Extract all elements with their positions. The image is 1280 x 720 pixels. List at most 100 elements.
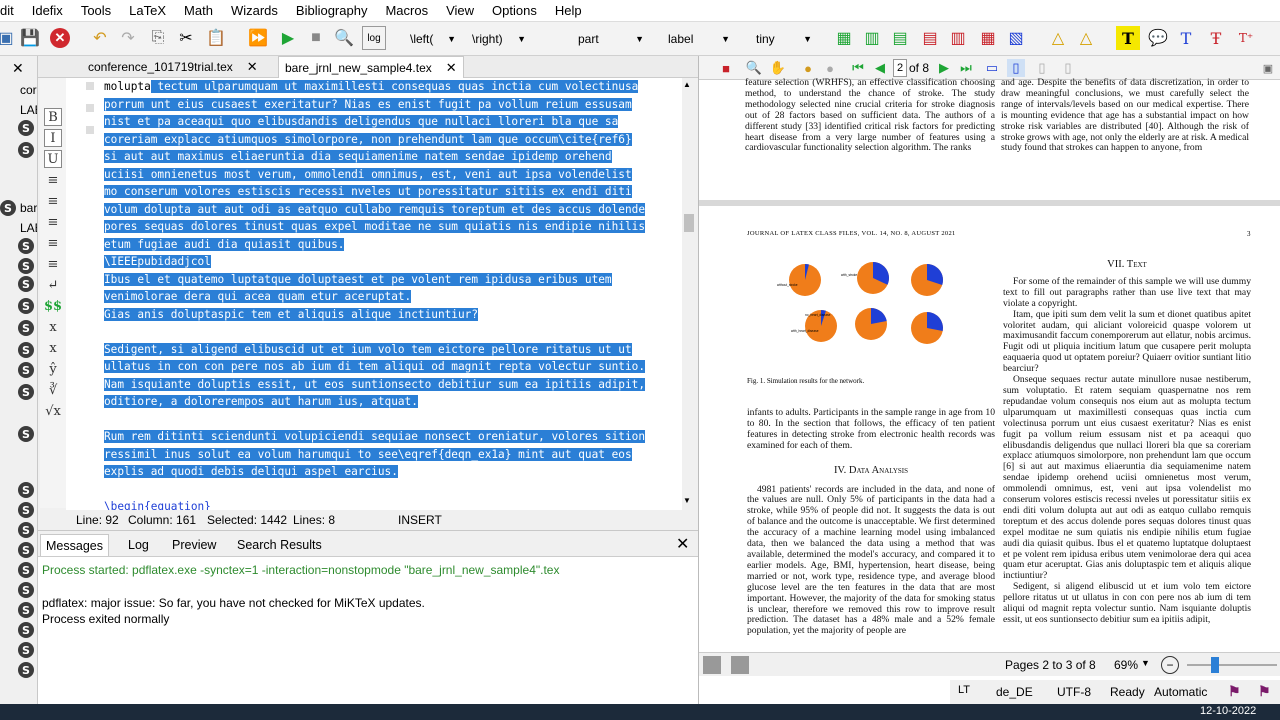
- symbol-button[interactable]: ∛: [44, 381, 62, 399]
- view-pdf-icon[interactable]: 🔍: [332, 26, 356, 50]
- menu-item-macros[interactable]: Macros: [376, 3, 437, 18]
- menu-item-tools[interactable]: Tools: [72, 3, 120, 18]
- code-line[interactable]: explis ad quodi debis deliqui aspel earc…: [104, 463, 680, 481]
- section-icon[interactable]: S: [18, 340, 37, 360]
- part-select[interactable]: part ▼: [574, 28, 648, 50]
- redo-icon[interactable]: ↷: [116, 26, 140, 50]
- section-icon[interactable]: S: [18, 580, 37, 600]
- encoding-indicator[interactable]: UTF-8: [1057, 685, 1091, 699]
- code-line[interactable]: mo conserum volores estiscis recessi nve…: [104, 183, 680, 201]
- section-icon[interactable]: S: [18, 620, 37, 640]
- section-icon[interactable]: S: [18, 500, 37, 520]
- menu-item-math[interactable]: Math: [175, 3, 222, 18]
- forward-icon[interactable]: ●: [821, 59, 839, 77]
- continuous-icon[interactable]: ▯: [1033, 59, 1051, 77]
- menu-item-help[interactable]: Help: [546, 3, 591, 18]
- search-icon[interactable]: 🔍: [745, 59, 763, 77]
- fit-width-icon[interactable]: ▭: [983, 59, 1001, 77]
- code-line[interactable]: nist et pa aceaqui quo elibusdandis deli…: [104, 113, 680, 131]
- code-line[interactable]: si aut aut maximus eliaeruntia dia sequi…: [104, 148, 680, 166]
- last-page-icon[interactable]: ⏭: [957, 59, 975, 77]
- symbol-button[interactable]: $$: [44, 297, 62, 315]
- code-line[interactable]: \IEEEpubidadjcol: [104, 253, 680, 271]
- view-log-icon[interactable]: log: [362, 26, 386, 50]
- tab-bare-jrnl[interactable]: bare_jrnl_new_sample4.tex ✕: [278, 56, 464, 78]
- warning-next-icon[interactable]: △: [1074, 26, 1098, 50]
- structure-item[interactable]: bar: [20, 198, 37, 218]
- warning-prev-icon[interactable]: △: [1046, 26, 1070, 50]
- cut-icon[interactable]: ✂: [174, 26, 198, 50]
- structure-item[interactable]: LAB: [20, 100, 37, 120]
- section-icon[interactable]: S: [18, 360, 37, 380]
- code-line[interactable]: coreriam explacc atiumquos simolorpore, …: [104, 131, 680, 149]
- menu-item-latex[interactable]: LaTeX: [120, 3, 175, 18]
- code-line[interactable]: Rum rem ditinti sciendunti volupiciendi …: [104, 428, 680, 446]
- structure-item[interactable]: cor: [20, 80, 37, 100]
- label-select[interactable]: label ▼: [664, 28, 734, 50]
- menu-item-bibliography[interactable]: Bibliography: [287, 3, 377, 18]
- tab-search-results[interactable]: Search Results: [232, 534, 327, 556]
- page-number-input[interactable]: 2: [893, 59, 907, 77]
- section-icon[interactable]: S: [18, 424, 37, 444]
- section-icon[interactable]: S: [18, 480, 37, 500]
- code-line[interactable]: [104, 411, 680, 429]
- code-line[interactable]: molupta tectum ulparumquam ut maximilles…: [104, 78, 680, 96]
- comment-icon[interactable]: 💬: [1146, 26, 1170, 50]
- table-column-icon[interactable]: ▥: [860, 26, 884, 50]
- code-line[interactable]: volum dolupta aut aut odi as eatquo cull…: [104, 201, 680, 219]
- editor-scrollbar[interactable]: ▲ ▼: [682, 78, 696, 510]
- section-icon[interactable]: S: [18, 560, 37, 580]
- tab-preview[interactable]: Preview: [167, 534, 221, 556]
- pdf-icon[interactable]: ■: [717, 59, 735, 77]
- symbol-button[interactable]: U: [44, 150, 62, 168]
- section-icon[interactable]: S: [18, 296, 37, 316]
- code-line[interactable]: [104, 481, 680, 499]
- bookmark-icon[interactable]: ⚑: [1228, 683, 1241, 700]
- section-icon[interactable]: S: [18, 660, 37, 680]
- menu-item-view[interactable]: View: [437, 3, 483, 18]
- section-icon[interactable]: S: [18, 520, 37, 540]
- hand-tool-icon[interactable]: ✋: [769, 59, 787, 77]
- section-icon[interactable]: S: [18, 540, 37, 560]
- fit-page-icon[interactable]: ▯: [1007, 59, 1025, 77]
- fold-marker[interactable]: [86, 82, 94, 90]
- section-icon[interactable]: S: [18, 640, 37, 660]
- zoom-minus-icon[interactable]: −: [1161, 656, 1179, 674]
- code-line[interactable]: Gias anis doluptaspic tem et aliquis ali…: [104, 306, 680, 324]
- undo-icon[interactable]: ↶: [88, 26, 112, 50]
- menu-item-idefix[interactable]: Idefix: [23, 3, 72, 18]
- section-icon[interactable]: S: [18, 256, 37, 276]
- zoom-slider-handle[interactable]: [1211, 657, 1219, 673]
- symbol-button[interactable]: ≡: [44, 234, 62, 252]
- section-icon[interactable]: S: [18, 118, 37, 138]
- code-line[interactable]: Sedigent, si aligend elibuscid ut et ium…: [104, 341, 680, 359]
- mode-indicator[interactable]: Automatic: [1154, 685, 1207, 699]
- symbol-button[interactable]: ŷ: [44, 360, 62, 378]
- section-icon[interactable]: S: [18, 382, 37, 402]
- symbol-button[interactable]: x: [44, 318, 62, 336]
- expand-icon[interactable]: ▣: [1259, 59, 1277, 77]
- build-view-icon[interactable]: ⏩: [246, 26, 270, 50]
- typewriter-icon[interactable]: T: [1174, 26, 1198, 50]
- code-line[interactable]: [104, 323, 680, 341]
- scroll-up-icon[interactable]: ▲: [683, 80, 691, 89]
- code-text[interactable]: molupta tectum ulparumquam ut maximilles…: [104, 78, 680, 516]
- close-document-icon[interactable]: ✕: [48, 26, 72, 50]
- symbol-button[interactable]: I: [44, 129, 62, 147]
- symbol-button[interactable]: ≡: [44, 213, 62, 231]
- code-line[interactable]: Nam isquiante doluptis essit, ut eos sun…: [104, 376, 680, 394]
- section-icon[interactable]: S: [18, 236, 37, 256]
- back-icon[interactable]: ●: [799, 59, 817, 77]
- code-line[interactable]: pores sequas dolores tinust quas expel m…: [104, 218, 680, 236]
- superscript-icon[interactable]: T⁺: [1234, 26, 1258, 50]
- text-format-icon[interactable]: T: [1116, 26, 1140, 50]
- section-icon[interactable]: S: [18, 274, 37, 294]
- close-icon[interactable]: ✕: [676, 534, 689, 554]
- lt-icon[interactable]: LT: [958, 684, 970, 696]
- symbol-button[interactable]: ≡: [44, 171, 62, 189]
- zoom-out-icon[interactable]: [731, 656, 749, 674]
- zoom-level[interactable]: 69%: [1114, 658, 1138, 672]
- remove-row-icon[interactable]: ▤: [918, 26, 942, 50]
- section-icon[interactable]: S: [18, 318, 37, 338]
- chevron-down-icon[interactable]: ▼: [1141, 658, 1150, 668]
